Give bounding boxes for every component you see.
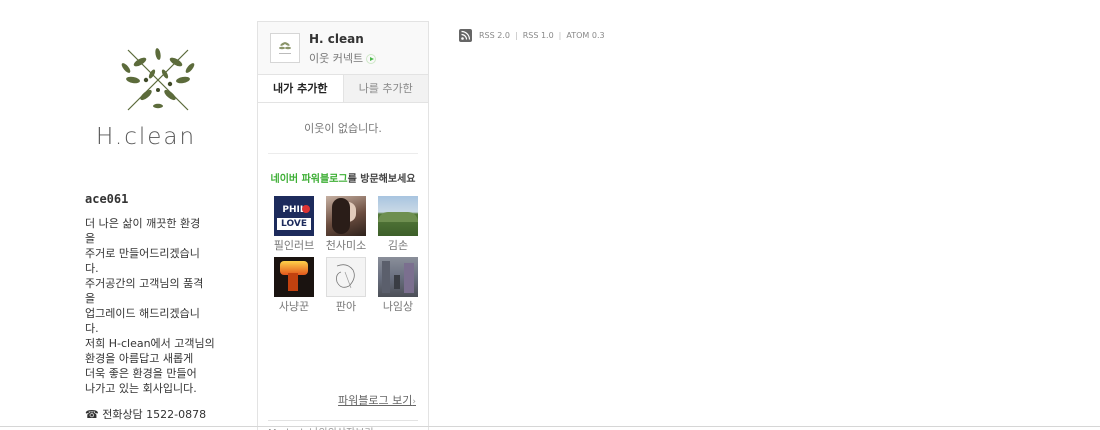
neighbor-connect-label: 이웃 커넥트 [309, 52, 364, 65]
neighbor-widget-footer[interactable]: Mydesk 나의의상장보기 [268, 420, 418, 430]
powerblog-item[interactable]: 천사미소 [320, 196, 372, 253]
powerblog-heading-rest: 를 방문해보세요 [347, 174, 416, 185]
bottom-divider [0, 426, 1100, 427]
landscape-photo-icon [378, 196, 418, 236]
rss-1-link[interactable]: RSS 1.0 [523, 31, 554, 40]
powerblog-more-link[interactable]: 파워블로그 보기› [338, 392, 416, 408]
fire-photo-icon [274, 257, 314, 297]
chevron-right-icon: › [412, 397, 416, 407]
powerblog-item[interactable]: 김손 [372, 196, 424, 253]
powerblog-heading-highlight: 네이버 파워블로그 [270, 174, 348, 185]
powerblog-name: 사냥꾼 [278, 300, 310, 313]
powerblog-name: 천사미소 [325, 239, 367, 252]
powerblog-name: 필인러브 [273, 239, 315, 252]
phil-love-logo-icon: PHIL LOVE [274, 196, 314, 236]
powerblog-grid: PHIL LOVE 필인러브 천사미소 김손 사냥꾼 판아 나임상 [268, 196, 428, 314]
olive-branch-icon [121, 48, 195, 111]
olive-branch-icon [279, 42, 291, 54]
powerblog-name: 나임상 [382, 300, 414, 313]
phone-info: ☎ 전화상담 1522-0878 [85, 408, 207, 421]
rss-separator: | [558, 31, 562, 40]
powerblog-item[interactable]: 판아 [320, 257, 372, 314]
neighbor-widget-header: H. clean 이웃 커넥트 [258, 22, 428, 75]
rss-links: RSS 2.0 | RSS 1.0 | ATOM 0.3 [459, 29, 605, 42]
blog-thumbnail[interactable] [270, 33, 300, 63]
sketch-drawing-icon [326, 257, 366, 297]
blog-id: ace061 [85, 192, 129, 206]
powerblog-item[interactable]: 나임상 [372, 257, 424, 314]
powerblog-name: 김손 [387, 239, 409, 252]
powerblog-item[interactable]: PHIL LOVE 필인러브 [268, 196, 320, 253]
neighbor-widget-title[interactable]: H. clean [309, 32, 364, 46]
rss-2-link[interactable]: RSS 2.0 [479, 31, 510, 40]
rss-separator: | [514, 31, 518, 40]
neighbor-tabs: 내가 추가한 나를 추가한 [258, 75, 428, 103]
tab-added-by-me[interactable]: 내가 추가한 [258, 75, 343, 102]
blog-intro: 더 나은 삶이 깨끗한 환경 을 주거로 만들어드리겠습니 다. 주거공간의 고… [85, 217, 215, 395]
rss-feed-icon[interactable] [459, 29, 472, 42]
powerblog-name: 판아 [335, 300, 357, 313]
play-arrow-icon [366, 54, 377, 64]
logo-text: H.clean [96, 124, 197, 150]
atom-link[interactable]: ATOM 0.3 [566, 31, 604, 40]
powerblog-more-label: 파워블로그 보기 [338, 394, 413, 407]
street-photo-icon [378, 257, 418, 297]
powerblog-heading: 네이버 파워블로그를 방문해보세요 [258, 170, 428, 185]
portrait-photo-icon [326, 196, 366, 236]
empty-neighbors-message: 이웃이 없습니다. [268, 103, 418, 154]
tab-added-me[interactable]: 나를 추가한 [342, 75, 428, 102]
profile-section: H.clean ace061 더 나은 삶이 깨끗한 환경 을 주거로 만들어드… [78, 40, 228, 422]
neighbor-widget: H. clean 이웃 커넥트 내가 추가한 나를 추가한 이웃이 없습니다. … [257, 21, 429, 430]
powerblog-item[interactable]: 사냥꾼 [268, 257, 320, 314]
neighbor-connect-link[interactable]: 이웃 커넥트 [309, 50, 377, 66]
blog-logo[interactable]: H.clean [88, 40, 228, 160]
